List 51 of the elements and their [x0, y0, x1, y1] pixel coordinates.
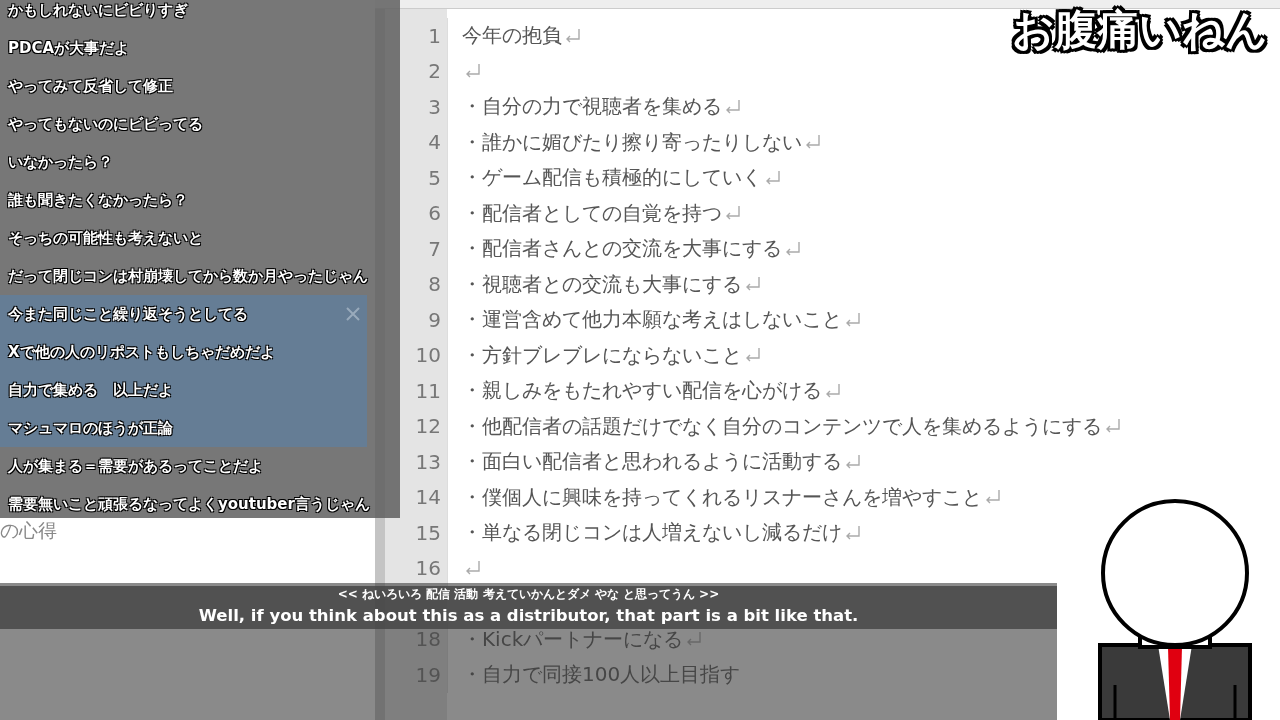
chat-comment: 誰も聞きたくなかったら？ — [7, 189, 189, 211]
file-list-entry[interactable]: の心得 — [0, 518, 57, 544]
chat-comment: PDCAが大事だよ — [7, 37, 131, 59]
editor-line: ・親しみをもたれやすい配信を心がける — [462, 377, 822, 405]
stream-title: お腹痛いねん — [1012, 4, 1268, 57]
chat-comment: そっちの可能性も考えないと — [7, 227, 204, 249]
line-number: 9 — [427, 307, 442, 332]
line-number: 16 — [414, 556, 442, 581]
line-number: 5 — [427, 165, 442, 190]
editor-line: ・配信者としての自覚を持つ — [462, 199, 722, 227]
line-number: 7 — [427, 236, 442, 261]
close-icon[interactable] — [345, 306, 361, 322]
line-number: 1 — [427, 23, 442, 48]
editor-line: ・ゲーム配信も積極的にしていく — [462, 164, 762, 192]
subtitle-translation: Well, if you think about this as a distributor, that part is a bit like that. — [198, 606, 859, 625]
chat-comment: やってもないのにビビってる — [7, 113, 204, 135]
editor-line: ・Kickパートナーになる — [462, 625, 684, 653]
editor-line: ・面白い配信者と思われるように活動する — [462, 448, 842, 476]
chat-comment: やってみて反省して修正 — [7, 75, 174, 97]
subtitle-original: << ねいろいろ 配信 活動 考えていかんとダメ やな と思ってうん >> — [337, 586, 720, 603]
editor-line: ・視聴者との交流も大事にする — [462, 270, 742, 298]
editor-line: ・自力で同接100人以上目指す — [462, 661, 741, 689]
editor-line: 今年の抱負 — [462, 22, 562, 50]
line-number: 4 — [427, 130, 442, 155]
line-number: 8 — [427, 272, 442, 297]
editor-line: ・単なる閉じコンは人増えないし減るだけ — [462, 519, 842, 547]
line-number: 3 — [427, 94, 442, 119]
line-number: 6 — [427, 201, 442, 226]
chat-comment: かもしれないにビビりすぎ — [7, 0, 189, 21]
chat-comment: 自力で集める 以上だよ — [0, 371, 367, 409]
chat-comment: だって閉じコンは村崩壊してから数か月やったじゃん — [7, 265, 367, 287]
editor-line: ・配信者さんとの交流を大事にする — [462, 235, 782, 263]
chat-comment: いなかったら？ — [7, 151, 114, 173]
chat-comment: 需要無いこと頑張るなってよくyoutuber言うじゃん — [7, 493, 367, 515]
editor-line: ・僕個人に興味を持ってくれるリスナーさんを増やすこと — [462, 483, 982, 511]
editor-line: ・誰かに媚びたり擦り寄ったりしない — [462, 128, 802, 156]
editor-line: ・運営含めて他力本願な考えはしないこと — [462, 306, 842, 334]
line-number: 12 — [414, 414, 442, 439]
chat-comment: 人が集まる＝需要があるってことだよ — [7, 455, 264, 477]
editor-line: ・自分の力で視聴者を集める — [462, 93, 722, 121]
line-number: 15 — [414, 520, 442, 545]
chat-comment: 今また同じこと繰り返そうとしてる — [0, 295, 367, 333]
editor-line: ・他配信者の話題だけでなく自分のコンテンツで人を集めるようにする — [462, 412, 1102, 440]
line-number: 10 — [414, 343, 442, 368]
line-number: 2 — [427, 59, 442, 84]
chat-comment: マシュマロのほうが正論 — [0, 409, 367, 447]
line-number: 11 — [414, 378, 442, 403]
chat-comment: Xで他の人のリポストもしちゃだめだよ — [0, 333, 367, 371]
line-number: 13 — [414, 449, 442, 474]
line-number: 14 — [414, 485, 442, 510]
editor-line: ・方針ブレブレにならないこと — [462, 341, 742, 369]
